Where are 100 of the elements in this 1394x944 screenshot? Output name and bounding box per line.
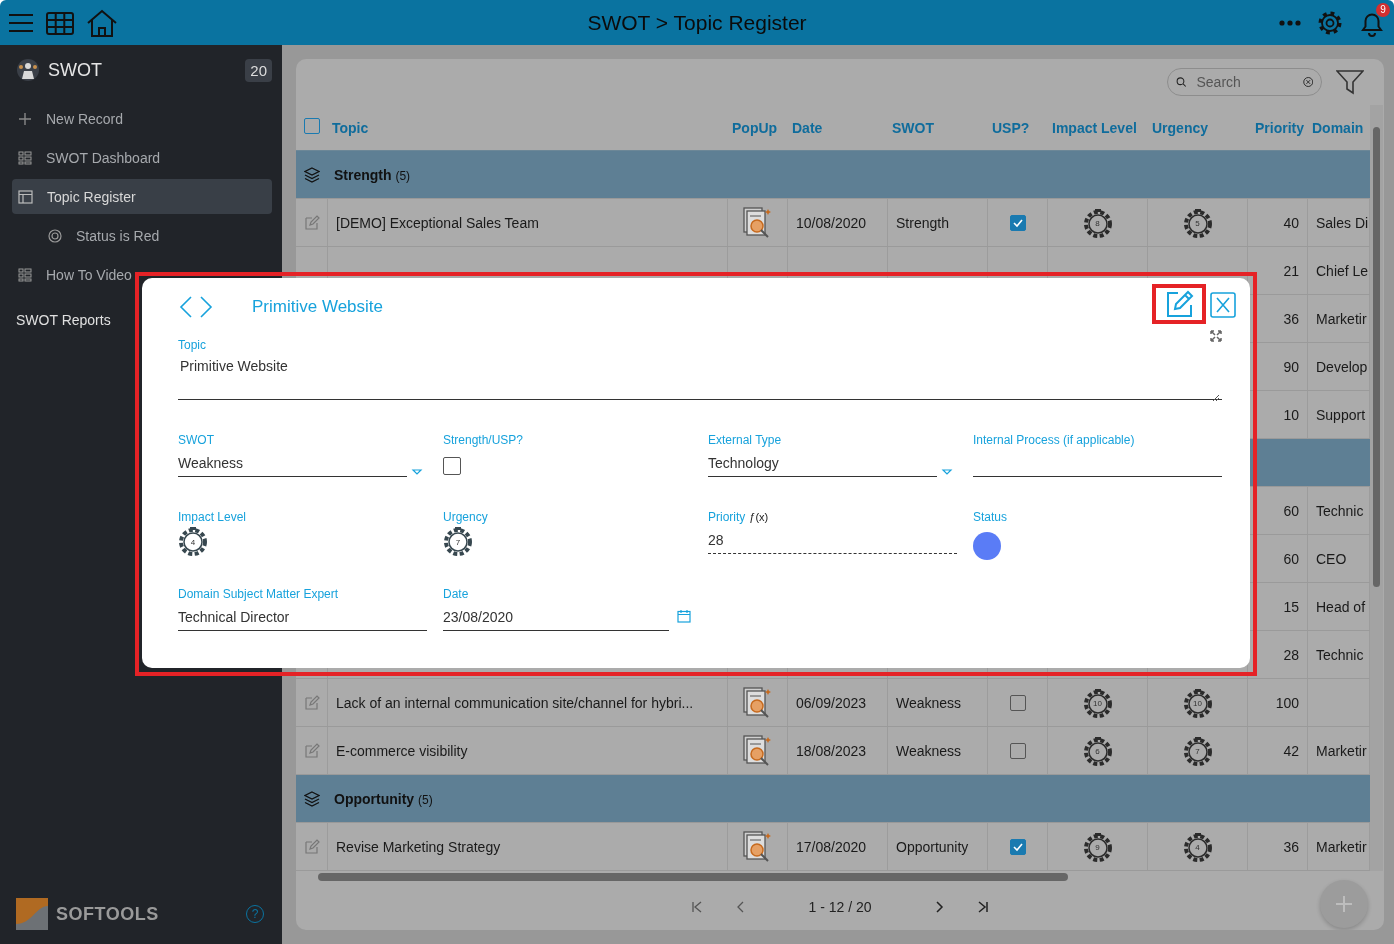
pencil-icon[interactable] <box>303 838 320 855</box>
notification-badge: 9 <box>1376 2 1390 17</box>
domain-cell: Marketir <box>1316 742 1367 759</box>
priority-cell: 21 <box>1283 262 1299 279</box>
usp-checkbox[interactable] <box>1009 694 1026 711</box>
record-count: 20 <box>245 58 272 82</box>
select-field[interactable]: Technology <box>708 449 937 477</box>
field-label: External Type <box>708 433 782 447</box>
search-input[interactable]: Search <box>1194 73 1295 91</box>
text-field[interactable]: Technical Director <box>178 603 427 631</box>
swot-cell: Strength <box>896 214 949 231</box>
edit-button[interactable] <box>1164 289 1194 319</box>
field-label: Strength/USP? <box>443 433 524 447</box>
urgency-dial: 10 <box>1182 687 1213 718</box>
group-row[interactable]: Strength (5) <box>296 151 1370 199</box>
field-label: Status <box>973 510 1008 524</box>
select-field[interactable]: Weakness <box>178 449 407 477</box>
field-label: Urgency <box>443 510 488 524</box>
priority-cell: 60 <box>1283 550 1299 567</box>
impact-dial: 10 <box>1082 687 1113 718</box>
expand-icon[interactable] <box>1210 330 1222 342</box>
sidebar-item[interactable]: Status is Red <box>12 218 272 253</box>
domain-cell: Head of <box>1316 598 1366 615</box>
dialog-title: Primitive Website <box>252 297 383 317</box>
next-icon[interactable] <box>199 295 214 319</box>
group-row[interactable]: Opportunity (5) <box>296 775 1370 823</box>
impact-dial: 8 <box>1082 207 1113 238</box>
plus-icon <box>18 111 32 126</box>
date-cell: 17/08/2020 <box>796 838 867 855</box>
grid-icon[interactable] <box>46 9 74 36</box>
home-icon[interactable] <box>86 7 118 38</box>
close-button[interactable] <box>1210 292 1236 318</box>
search-icon <box>1176 75 1187 89</box>
previous-icon[interactable] <box>178 295 193 319</box>
date-cell: 18/08/2023 <box>796 742 867 759</box>
priority-cell: 36 <box>1283 838 1299 855</box>
resize-grip-icon[interactable] <box>1212 394 1220 402</box>
field-label: Domain Subject Matter Expert <box>178 587 339 601</box>
priority-cell: 90 <box>1283 358 1299 375</box>
impact-dial: 6 <box>1082 735 1113 766</box>
pencil-icon[interactable] <box>303 742 320 759</box>
dashboard-icon <box>18 150 32 165</box>
priority-cell: 40 <box>1283 214 1299 231</box>
topic-cell: Revise Marketing Strategy <box>336 838 501 855</box>
date-cell: 10/08/2020 <box>796 214 867 231</box>
domain-cell: Support <box>1316 406 1366 423</box>
brand-name: SOFTOOLS <box>56 903 160 925</box>
priority-cell: 36 <box>1283 310 1299 327</box>
domain-cell: Develop <box>1316 358 1368 375</box>
usp-checkbox[interactable] <box>1009 838 1026 855</box>
plus-icon <box>1334 894 1354 914</box>
priority-cell: 100 <box>1275 694 1299 711</box>
topic-cell: E-commerce visibility <box>336 742 468 759</box>
vertical-scrollbar[interactable] <box>1370 105 1383 871</box>
pencil-icon[interactable] <box>303 694 320 711</box>
caret-icon[interactable] <box>411 467 423 477</box>
urgency-dial: 5 <box>1182 207 1213 238</box>
level-dial[interactable]: 7 <box>443 526 473 556</box>
group-label: Opportunity (5) <box>334 790 433 807</box>
brand-logo <box>16 898 48 930</box>
clear-icon[interactable] <box>1302 75 1313 89</box>
domain-cell: Chief Le <box>1316 262 1369 279</box>
usp-checkbox[interactable] <box>1009 742 1026 759</box>
domain-cell: Technic <box>1316 502 1364 519</box>
table-layout-icon <box>18 189 33 204</box>
checkbox[interactable] <box>443 457 461 475</box>
urgency-dial: 7 <box>1182 735 1213 766</box>
domain-cell: CEO <box>1316 550 1347 567</box>
filter-icon[interactable] <box>1336 68 1364 96</box>
calendar-icon[interactable] <box>677 609 691 623</box>
date-cell: 06/09/2023 <box>796 694 867 711</box>
field-label: Internal Process (if applicable) <box>973 433 1135 447</box>
urgency-dial: 4 <box>1182 831 1213 862</box>
sidebar-item[interactable]: Topic Register <box>12 179 272 214</box>
swot-cell: Weakness <box>896 742 962 759</box>
formula-mark: ƒ(x) <box>749 511 769 523</box>
swot-cell: Weakness <box>896 694 962 711</box>
target-icon <box>48 228 62 243</box>
domain-cell: Technic <box>1316 646 1364 663</box>
swot-cell: Opportunity <box>896 838 969 855</box>
pencil-icon[interactable] <box>303 214 320 231</box>
domain-cell: Sales Di <box>1316 214 1369 231</box>
app-name: SWOT <box>48 59 103 81</box>
field-label: Date <box>443 587 469 601</box>
layers-icon <box>304 166 320 183</box>
date-field[interactable]: 23/08/2020 <box>443 603 669 631</box>
layers-icon <box>304 790 320 807</box>
level-dial[interactable]: 4 <box>178 526 208 556</box>
sidebar-item[interactable]: New Record <box>12 101 272 136</box>
priority-cell: 60 <box>1283 502 1299 519</box>
domain-cell: Marketir <box>1316 310 1367 327</box>
select-all-checkbox[interactable] <box>304 117 320 134</box>
formula-field: 28 <box>708 526 957 554</box>
sidebar-item[interactable]: SWOT Dashboard <box>12 140 272 175</box>
priority-cell: 42 <box>1283 742 1299 759</box>
page-range: 1 - 12 / 20 <box>808 899 872 915</box>
usp-checkbox[interactable] <box>1009 214 1026 231</box>
caret-icon[interactable] <box>941 467 953 477</box>
domain-cell: Marketir <box>1316 838 1367 855</box>
field-label: Topic <box>178 338 206 352</box>
